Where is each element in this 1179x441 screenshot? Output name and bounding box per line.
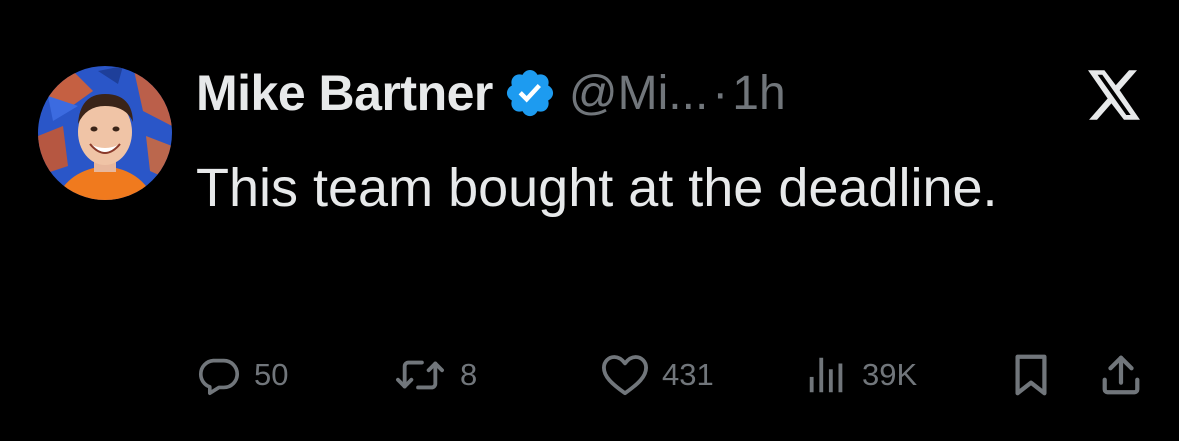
retweet-icon (392, 352, 448, 398)
like-count: 431 (662, 357, 714, 392)
x-logo-icon[interactable] (1088, 70, 1142, 120)
views-count: 39K (862, 357, 918, 392)
tweet-text: This team bought at the deadline. (196, 158, 998, 218)
tweet-card[interactable]: Mike Bartner @Mi... · 1h This team bough… (0, 0, 1179, 441)
reply-button[interactable]: 50 (196, 345, 288, 405)
retweet-button[interactable]: 8 (392, 345, 477, 405)
author-name[interactable]: Mike Bartner (196, 64, 493, 122)
like-button[interactable]: 431 (600, 345, 714, 405)
verified-badge-icon (503, 66, 557, 120)
heart-icon (600, 352, 650, 398)
share-button[interactable] (1098, 345, 1144, 405)
views-icon (804, 352, 850, 398)
share-icon (1098, 352, 1144, 398)
action-bar: 50 8 431 39K (0, 345, 1179, 405)
timestamp[interactable]: 1h (732, 66, 785, 121)
reply-count: 50 (254, 357, 289, 392)
retweet-count: 8 (460, 357, 478, 392)
bookmark-icon (1010, 352, 1052, 398)
tweet-header: Mike Bartner @Mi... · 1h (196, 58, 786, 128)
views-button[interactable]: 39K (804, 345, 917, 405)
separator-dot: · (712, 66, 729, 120)
author-handle[interactable]: @Mi... (569, 66, 708, 121)
bookmark-button[interactable] (1010, 345, 1052, 405)
reply-icon (196, 352, 242, 398)
avatar[interactable] (38, 66, 172, 200)
